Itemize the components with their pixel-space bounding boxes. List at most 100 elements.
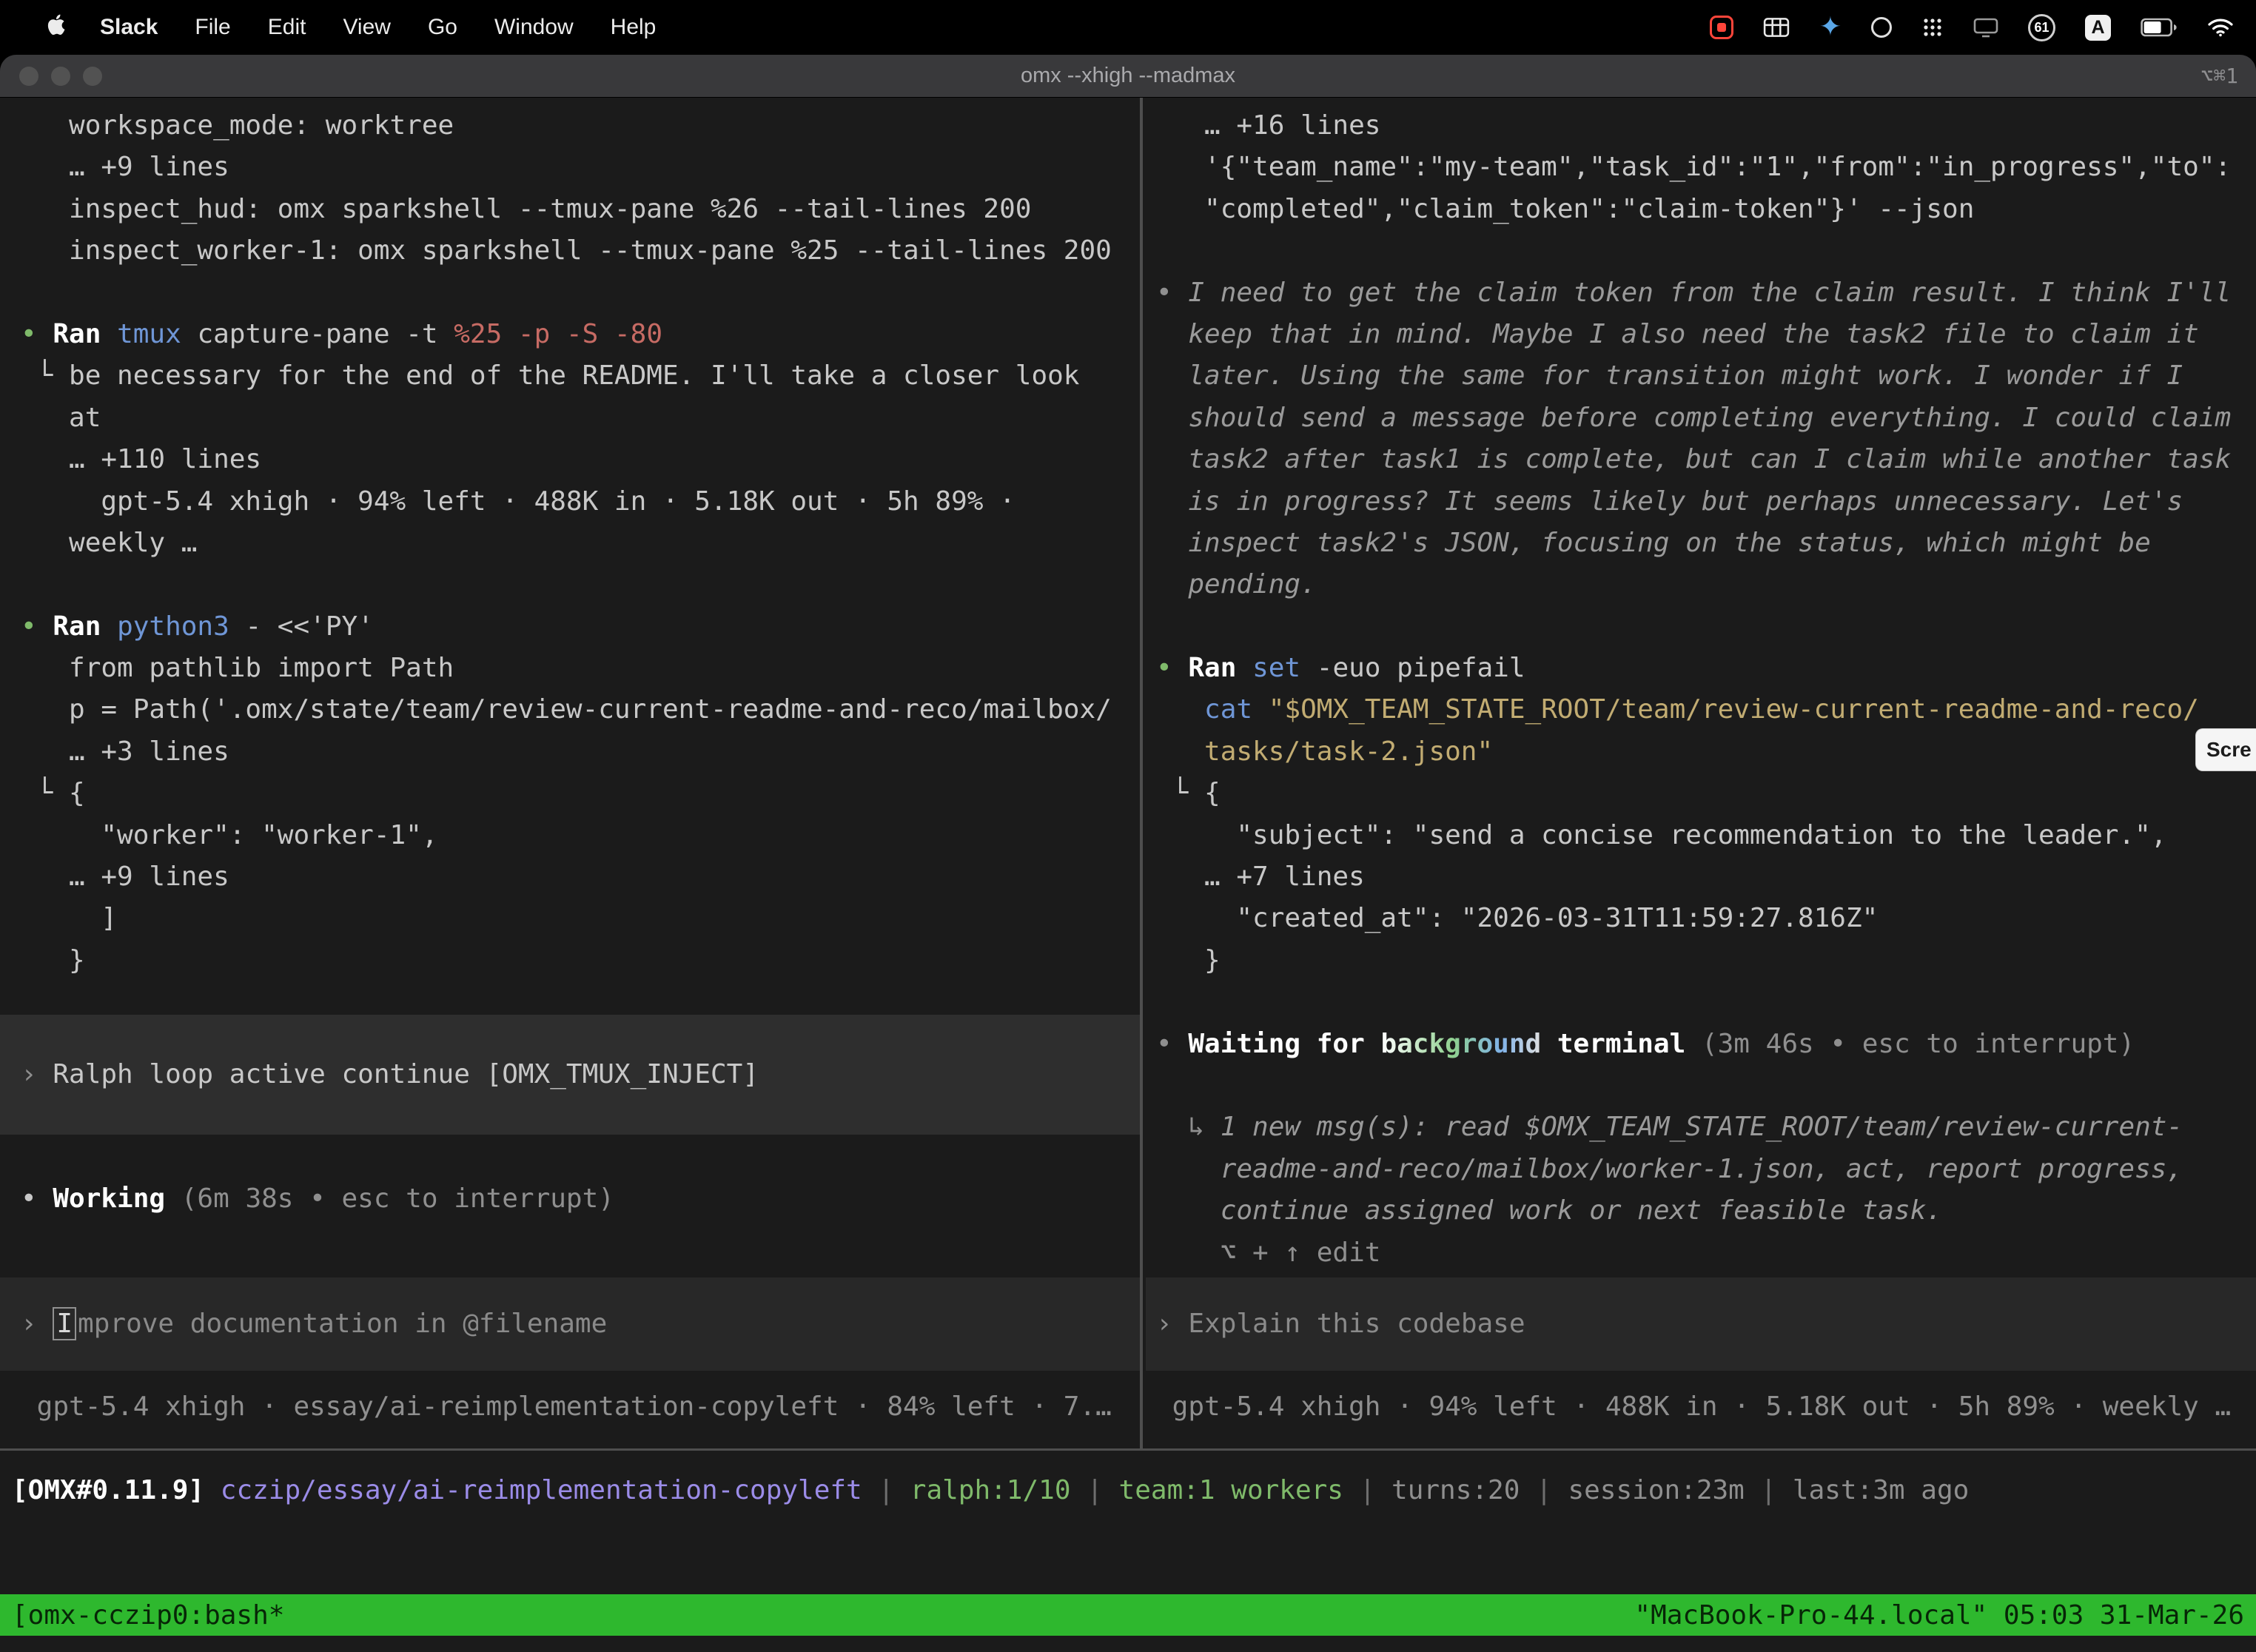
menu-item-file[interactable]: File	[176, 15, 249, 40]
left-working-row: • Working (6m 38s • esc to interrupt)	[0, 1178, 1140, 1220]
menu-item-window[interactable]: Window	[476, 15, 592, 40]
terminal-line	[0, 272, 1140, 314]
left-working-line: • Working (6m 38s • esc to interrupt)	[0, 1178, 1140, 1220]
terminal-line: is in progress? It seems likely but perh…	[1146, 481, 2256, 523]
terminal-line: readme-and-reco/mailbox/worker-1.json, a…	[1146, 1149, 2256, 1190]
ring-icon[interactable]	[1871, 17, 1892, 38]
left-composer-line: › Improve documentation in @filename	[0, 1303, 607, 1345]
terminal-line: "completed","claim_token":"claim-token"}…	[1146, 189, 2256, 230]
terminal-line: • Ran set -euo pipefail	[1146, 648, 2256, 689]
terminal-line	[1146, 606, 2256, 648]
terminal-line	[1146, 981, 2256, 1023]
terminal-line: ]	[0, 898, 1140, 939]
terminal-line	[0, 564, 1140, 605]
terminal-line: }	[1146, 940, 2256, 981]
terminal-line: pending.	[1146, 564, 2256, 605]
terminal-line: keep that in mind. Maybe I also need the…	[1146, 314, 2256, 355]
left-pane-rows: workspace_mode: worktree … +9 lines insp…	[0, 98, 1140, 981]
pane-bottom-border	[0, 1448, 2256, 1451]
tmux-pane-right[interactable]: … +16 lines '{"team_name":"my-team","tas…	[1146, 98, 2256, 1446]
left-composer-input[interactable]: › Improve documentation in @filename	[0, 1277, 1140, 1371]
menu-left: Slack FileEditViewGoWindowHelp	[0, 13, 674, 42]
terminal-line: cat "$OMX_TEAM_STATE_ROOT/team/review-cu…	[1146, 689, 2256, 731]
menu-item-edit[interactable]: Edit	[249, 15, 325, 40]
terminal-line: … +9 lines	[0, 147, 1140, 188]
terminal-line: tasks/task-2.json"	[1146, 731, 2256, 773]
menu-bar: Slack FileEditViewGoWindowHelp ✦ 61 A	[0, 0, 2256, 55]
terminal-line: … +3 lines	[0, 731, 1140, 773]
terminal-line: … +16 lines	[1146, 105, 2256, 147]
omx-status-text: [OMX#0.11.9] cczip/essay/ai-reimplementa…	[0, 1470, 2256, 1511]
terminal-line: gpt-5.4 xhigh · 94% left · 488K in · 5.1…	[0, 481, 1140, 523]
right-composer-line: › Explain this codebase	[1146, 1303, 1525, 1345]
table-grid-icon[interactable]	[1763, 17, 1790, 38]
terminal-line: later. Using the same for transition mig…	[1146, 355, 2256, 397]
menu-item-go[interactable]: Go	[409, 15, 476, 40]
terminal-line: └ be necessary for the end of the README…	[0, 355, 1140, 397]
terminal-line: '{"team_name":"my-team","task_id":"1","f…	[1146, 147, 2256, 188]
screen-recording-icon[interactable]	[1710, 16, 1733, 39]
tmux-host-clock: "MacBook-Pro-44.local" 05:03 31-Mar-26	[1634, 1600, 2244, 1631]
wifi-icon[interactable]	[2207, 17, 2234, 38]
omx-status-line: [OMX#0.11.9] cczip/essay/ai-reimplementa…	[0, 1470, 2256, 1511]
window-shortcut: ⌥⌘1	[2200, 64, 2238, 88]
battery-61-badge[interactable]: 61	[2028, 14, 2055, 41]
terminal-line	[1146, 1065, 2256, 1107]
a-badge-icon[interactable]: A	[2085, 15, 2111, 41]
terminal-line: "worker": "worker-1",	[0, 815, 1140, 856]
terminal-line: • Waiting for background terminal (3m 46…	[1146, 1024, 2256, 1065]
terminal-line: should send a message before completing …	[1146, 397, 2256, 439]
tmux-pane-left[interactable]: workspace_mode: worktree … +9 lines insp…	[0, 98, 1140, 1446]
tmux-status-bar: [omx-cczip0:bash* "MacBook-Pro-44.local"…	[0, 1594, 2256, 1636]
terminal-line: }	[0, 940, 1140, 981]
left-footer-row: gpt-5.4 xhigh · essay/ai-reimplementatio…	[0, 1386, 1140, 1428]
terminal-line	[1146, 230, 2256, 272]
menu-item-help[interactable]: Help	[592, 15, 675, 40]
apple-menu[interactable]	[30, 13, 81, 42]
right-footer-row: gpt-5.4 xhigh · 94% left · 488K in · 5.1…	[1146, 1386, 2256, 1428]
tmux-session-label: [omx-cczip0:bash*	[12, 1600, 284, 1631]
ralph-loop-banner: › Ralph loop active continue [OMX_TMUX_I…	[0, 1015, 1140, 1135]
blue-app-icon[interactable]: ✦	[1819, 14, 1842, 41]
display-icon[interactable]	[1973, 17, 1998, 38]
terminal-line: "created_at": "2026-03-31T11:59:27.816Z"	[1146, 898, 2256, 939]
dots-grid-icon[interactable]	[1921, 16, 1944, 38]
terminal-line: weekly …	[0, 523, 1140, 564]
terminal-line: ⌥ + ↑ edit	[1146, 1232, 2256, 1274]
terminal-line: inspect_worker-1: omx sparkshell --tmux-…	[0, 230, 1140, 272]
right-composer-input[interactable]: › Explain this codebase	[1146, 1277, 2256, 1371]
window-controls	[19, 67, 102, 86]
terminal-line: inspect_hud: omx sparkshell --tmux-pane …	[0, 189, 1140, 230]
terminal-line: task2 after task1 is complete, but can I…	[1146, 439, 2256, 480]
title-bar[interactable]: omx --xhigh --madmax ⌥⌘1	[0, 55, 2256, 98]
terminal-line: └ {	[0, 773, 1140, 814]
terminal-line: "subject": "send a concise recommendatio…	[1146, 815, 2256, 856]
right-footer-line: gpt-5.4 xhigh · 94% left · 488K in · 5.1…	[1146, 1386, 2256, 1428]
zoom-button[interactable]	[83, 67, 102, 86]
minimize-button[interactable]	[51, 67, 70, 86]
menu-items: FileEditViewGoWindowHelp	[176, 15, 674, 40]
terminal-line: … +7 lines	[1146, 856, 2256, 898]
menu-item-view[interactable]: View	[324, 15, 409, 40]
battery-icon[interactable]	[2141, 18, 2178, 37]
screen-tooltip: Scre	[2195, 728, 2256, 771]
menubar-status-icons: ✦ 61 A	[1710, 14, 2256, 41]
terminal-line: from pathlib import Path	[0, 648, 1140, 689]
apple-icon	[46, 13, 65, 42]
terminal-line: └ {	[1146, 773, 2256, 814]
terminal-content: workspace_mode: worktree … +9 lines insp…	[0, 98, 2256, 1652]
terminal-line: p = Path('.omx/state/team/review-current…	[0, 689, 1140, 731]
terminal-line: … +110 lines	[0, 439, 1140, 480]
terminal-window: omx --xhigh --madmax ⌥⌘1 workspace_mode:…	[0, 55, 2256, 1652]
close-button[interactable]	[19, 67, 38, 86]
terminal-line: workspace_mode: worktree	[0, 105, 1140, 147]
pane-divider[interactable]	[1140, 98, 1143, 1451]
terminal-line: • Ran python3 - <<'PY'	[0, 606, 1140, 648]
ralph-band-line: › Ralph loop active continue [OMX_TMUX_I…	[0, 1054, 759, 1095]
terminal-line: inspect task2's JSON, focusing on the st…	[1146, 523, 2256, 564]
app-menu-slack[interactable]: Slack	[81, 15, 176, 40]
right-pane-rows: … +16 lines '{"team_name":"my-team","tas…	[1146, 98, 2256, 1274]
terminal-line: continue assigned work or next feasible …	[1146, 1190, 2256, 1232]
left-footer-line: gpt-5.4 xhigh · essay/ai-reimplementatio…	[0, 1386, 1140, 1428]
terminal-line: … +9 lines	[0, 856, 1140, 898]
